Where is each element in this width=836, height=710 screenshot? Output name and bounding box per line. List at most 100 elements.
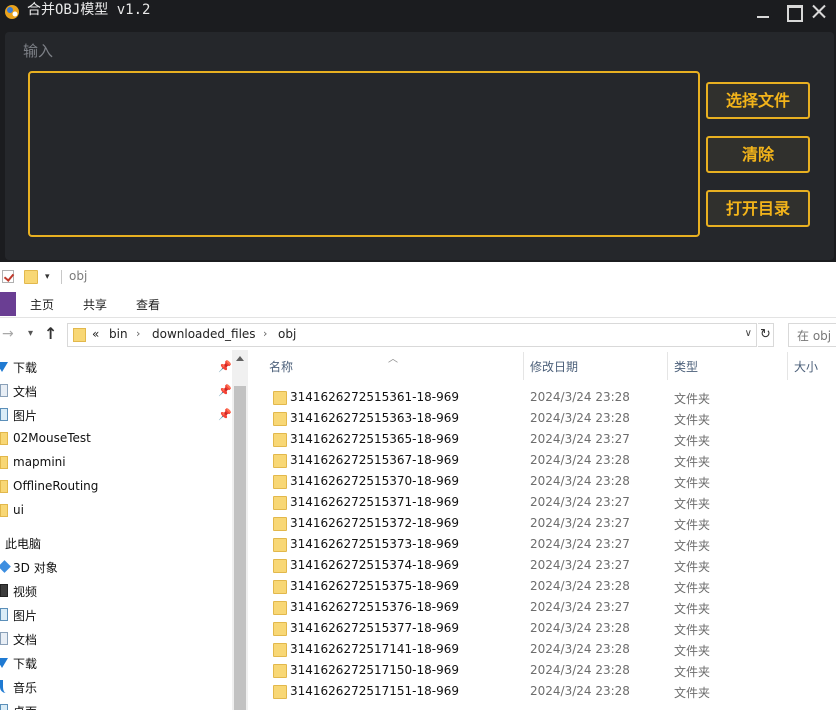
breadcrumb-obj[interactable]: obj — [278, 327, 296, 341]
table-row[interactable]: 3141626272515365-18-969 2024/3/24 23:27 文件… — [248, 429, 836, 450]
customize-toolbar-icon[interactable]: ▾ — [45, 272, 50, 282]
sidebar-item-ui[interactable]: ui — [0, 500, 232, 522]
sidebar-item-pictures-pc[interactable]: 图片 — [0, 604, 232, 626]
file-name: 3141626272515375-18-969 — [290, 579, 459, 593]
sidebar-item-offlinerouting[interactable]: OfflineRouting — [0, 476, 232, 498]
picture-icon — [0, 408, 8, 421]
file-name: 3141626272515377-18-969 — [290, 621, 459, 635]
file-explorer-window: ▾ obj 主页 共享 查看 → ▾ ↑ « bin › downloaded_… — [0, 262, 836, 710]
open-directory-button[interactable]: 打开目录 — [706, 190, 810, 227]
video-icon — [0, 584, 8, 597]
column-divider[interactable] — [667, 352, 668, 380]
forward-arrow-icon[interactable]: → — [2, 326, 14, 342]
file-type: 文件夹 — [674, 686, 711, 700]
folder-icon — [73, 328, 86, 342]
sidebar-item-3d-objects[interactable]: 3D 对象 — [0, 556, 232, 578]
column-header-name[interactable]: 名称 — [269, 358, 293, 375]
date-modified: 2024/3/24 23:28 — [530, 474, 630, 488]
column-header-type[interactable]: 类型 — [674, 358, 698, 375]
file-type: 文件夹 — [674, 602, 711, 616]
3d-objects-icon — [0, 560, 11, 573]
breadcrumb-downloaded-files[interactable]: downloaded_files — [152, 327, 256, 341]
date-modified: 2024/3/24 23:28 — [530, 390, 630, 404]
column-divider[interactable] — [523, 352, 524, 380]
folder-icon — [0, 456, 8, 469]
date-modified: 2024/3/24 23:28 — [530, 411, 630, 425]
table-row[interactable]: 3141626272517141-18-969 2024/3/24 23:28 文件… — [248, 639, 836, 660]
table-row[interactable]: 3141626272517151-18-969 2024/3/24 23:28 文件… — [248, 681, 836, 702]
column-header-date-modified[interactable]: 修改日期 — [530, 358, 578, 375]
folder-icon — [273, 433, 287, 447]
search-input[interactable]: 在 obj — [788, 323, 836, 347]
address-bar[interactable]: « bin › downloaded_files › obj ∨ — [67, 323, 757, 347]
table-row[interactable]: 3141626272515375-18-969 2024/3/24 23:28 文件… — [248, 576, 836, 597]
table-row[interactable]: 3141626272515377-18-969 2024/3/24 23:28 文件… — [248, 618, 836, 639]
tab-home[interactable]: 主页 — [30, 296, 54, 313]
file-type: 文件夹 — [674, 539, 711, 553]
date-modified: 2024/3/24 23:27 — [530, 537, 630, 551]
properties-icon[interactable] — [2, 270, 14, 283]
file-type: 文件夹 — [674, 518, 711, 532]
sidebar-item-downloads[interactable]: 下载 📌 — [0, 356, 232, 378]
document-icon — [0, 384, 8, 397]
recent-locations-icon[interactable]: ▾ — [28, 328, 33, 339]
sidebar-item-desktop[interactable]: 桌面 — [0, 700, 232, 710]
sidebar-item-02mousetest[interactable]: 02MouseTest — [0, 428, 232, 450]
chevron-down-icon[interactable]: ∨ — [745, 328, 752, 339]
file-name: 3141626272517151-18-969 — [290, 684, 459, 698]
chevron-right-icon[interactable]: › — [263, 327, 267, 340]
table-row[interactable]: 3141626272515367-18-969 2024/3/24 23:28 文件… — [248, 450, 836, 471]
folder-icon — [273, 412, 287, 426]
tab-view[interactable]: 查看 — [136, 296, 160, 313]
new-folder-icon[interactable] — [24, 270, 38, 284]
breadcrumb-bin[interactable]: bin — [109, 327, 128, 341]
column-divider[interactable] — [787, 352, 788, 380]
input-textarea[interactable] — [28, 71, 700, 237]
breadcrumb-overflow[interactable]: « — [92, 327, 99, 341]
ribbon-tabs: 主页 共享 查看 — [0, 290, 836, 318]
up-arrow-icon[interactable]: ↑ — [44, 324, 57, 343]
refresh-icon[interactable]: ↻ — [758, 323, 774, 347]
close-icon[interactable] — [808, 2, 832, 22]
sidebar-item-mapmini[interactable]: mapmini — [0, 452, 232, 474]
minimize-icon[interactable] — [752, 2, 776, 22]
table-row[interactable]: 3141626272515376-18-969 2024/3/24 23:27 文件… — [248, 597, 836, 618]
scrollbar-thumb[interactable] — [234, 386, 246, 710]
quick-access-toolbar: ▾ obj — [0, 262, 836, 290]
table-row[interactable]: 3141626272515370-18-969 2024/3/24 23:28 文件… — [248, 471, 836, 492]
file-type: 文件夹 — [674, 476, 711, 490]
table-row[interactable]: 3141626272517150-18-969 2024/3/24 23:28 文件… — [248, 660, 836, 681]
clear-button[interactable]: 清除 — [706, 136, 810, 173]
sidebar-item-documents-pc[interactable]: 文档 — [0, 628, 232, 650]
scroll-up-icon[interactable] — [236, 356, 244, 361]
sidebar-item-music[interactable]: 音乐 — [0, 676, 232, 698]
select-files-button[interactable]: 选择文件 — [706, 82, 810, 119]
file-name: 3141626272515374-18-969 — [290, 558, 459, 572]
file-name: 3141626272515370-18-969 — [290, 474, 459, 488]
sidebar-item-documents[interactable]: 文档 📌 — [0, 380, 232, 402]
sidebar-item-videos[interactable]: 视频 — [0, 580, 232, 602]
chevron-right-icon[interactable]: › — [136, 327, 140, 340]
file-type: 文件夹 — [674, 665, 711, 679]
desktop-icon — [0, 704, 8, 710]
table-row[interactable]: 3141626272515361-18-969 2024/3/24 23:28 文件… — [248, 387, 836, 408]
table-row[interactable]: 3141626272515374-18-969 2024/3/24 23:27 文件… — [248, 555, 836, 576]
sidebar-item-downloads-pc[interactable]: 下载 — [0, 652, 232, 674]
column-header-size[interactable]: 大小 — [794, 358, 818, 375]
picture-icon — [0, 608, 8, 621]
tab-share[interactable]: 共享 — [83, 296, 107, 313]
navigation-scrollbar[interactable] — [232, 350, 248, 710]
table-row[interactable]: 3141626272515371-18-969 2024/3/24 23:27 文件… — [248, 492, 836, 513]
date-modified: 2024/3/24 23:28 — [530, 453, 630, 467]
sidebar-item-pictures[interactable]: 图片 📌 — [0, 404, 232, 426]
sidebar-item-this-pc[interactable]: 此电脑 — [5, 535, 41, 552]
file-name: 3141626272515371-18-969 — [290, 495, 459, 509]
table-row[interactable]: 3141626272515373-18-969 2024/3/24 23:27 文件… — [248, 534, 836, 555]
file-name: 3141626272515367-18-969 — [290, 453, 459, 467]
sidebar-item-label: 02MouseTest — [13, 431, 91, 445]
folder-icon — [273, 580, 287, 594]
table-row[interactable]: 3141626272515372-18-969 2024/3/24 23:27 文件… — [248, 513, 836, 534]
file-tab[interactable] — [0, 292, 16, 316]
table-row[interactable]: 3141626272515363-18-969 2024/3/24 23:28 文件… — [248, 408, 836, 429]
maximize-icon[interactable] — [783, 2, 807, 22]
